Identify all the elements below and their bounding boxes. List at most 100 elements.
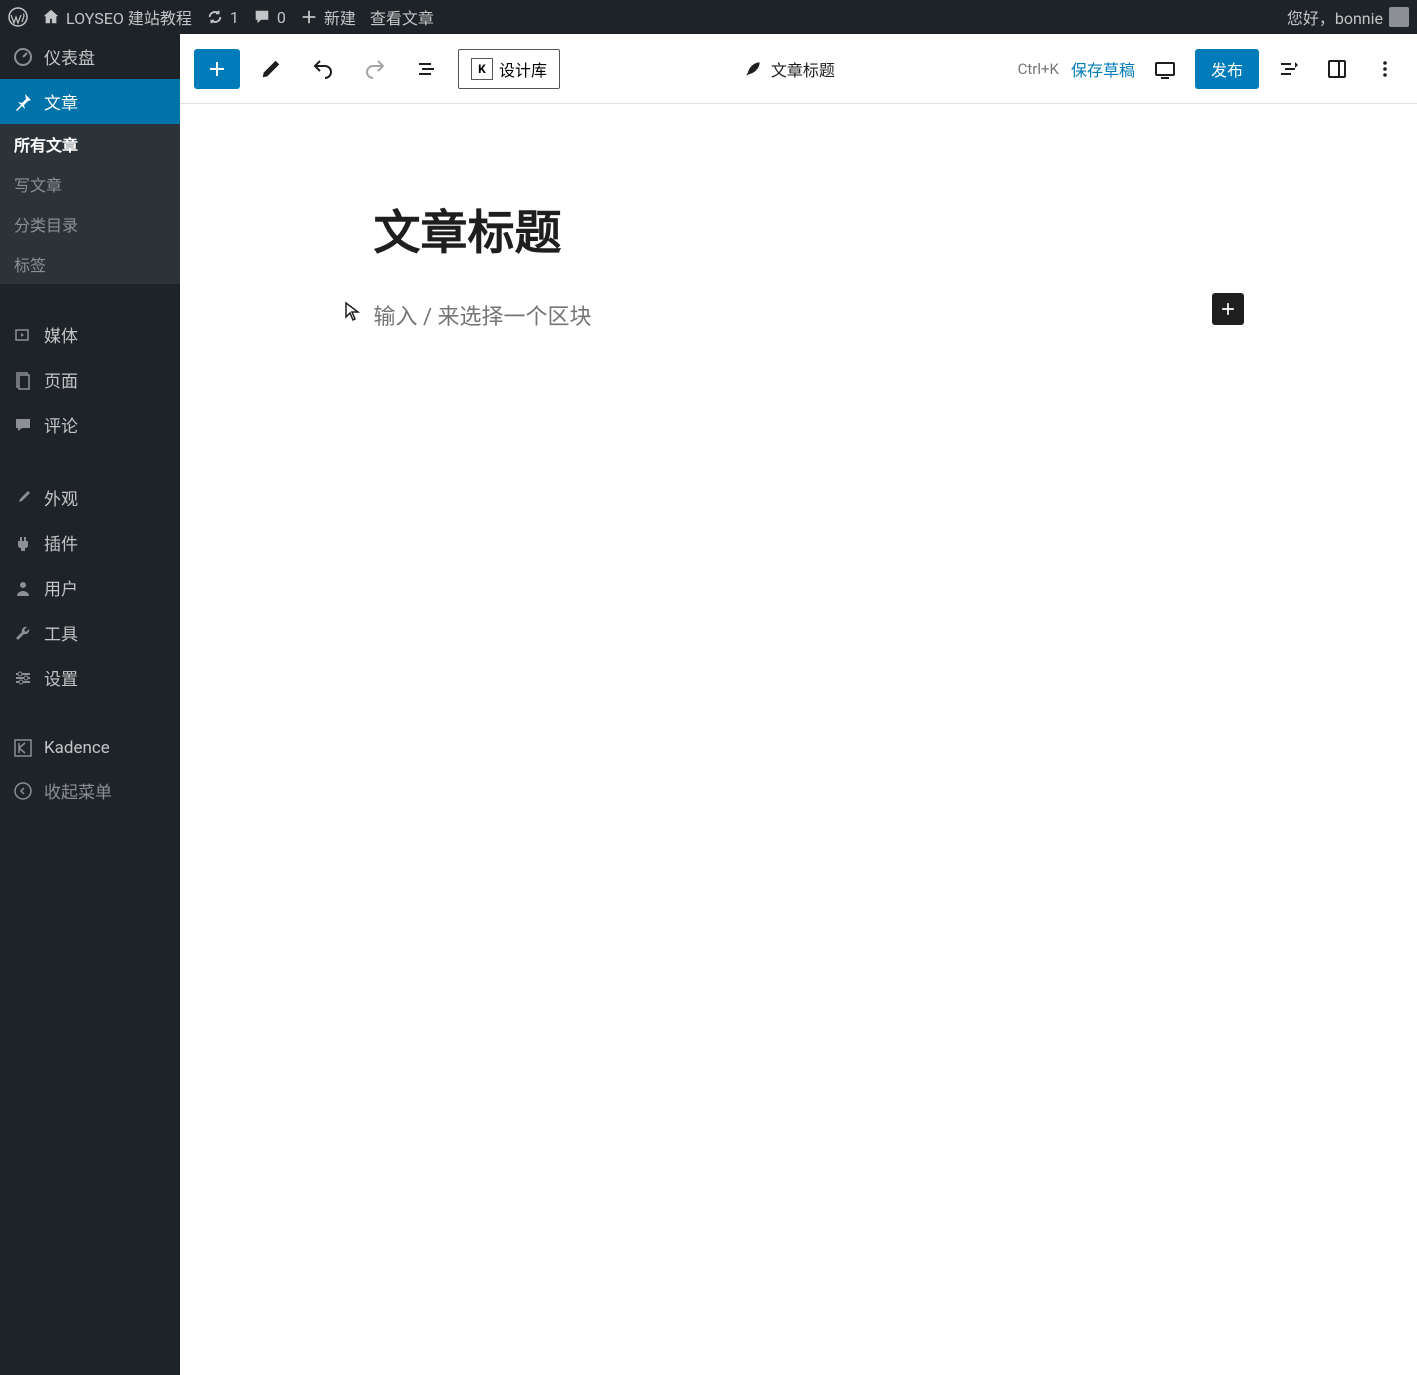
appearance-label: 外观 xyxy=(44,485,78,510)
comments-count: 0 xyxy=(277,8,286,27)
sidebar-item-posts[interactable]: 文章 xyxy=(0,79,180,124)
doc-title-label: 文章标题 xyxy=(771,57,835,81)
plus-icon xyxy=(300,8,318,26)
inline-inserter-button[interactable] xyxy=(1212,293,1244,325)
collapse-label: 收起菜单 xyxy=(44,778,112,803)
refresh-icon xyxy=(206,8,224,26)
pencil-icon xyxy=(260,58,282,80)
design-library-label: 设计库 xyxy=(499,57,547,81)
undo-icon xyxy=(311,57,335,81)
kadence-settings-button[interactable] xyxy=(1271,51,1307,87)
admin-bar-right[interactable]: 您好，bonnie xyxy=(1287,5,1409,29)
site-name-link[interactable]: LOYSEO 建站教程 xyxy=(42,5,192,29)
settings-icon xyxy=(12,668,34,688)
sidebar-item-plugins[interactable]: 插件 xyxy=(0,520,180,565)
user-icon xyxy=(12,578,34,598)
dashboard-label: 仪表盘 xyxy=(44,44,95,69)
kadence-panel-icon xyxy=(1277,57,1301,81)
posts-submenu: 所有文章 写文章 分类目录 标签 xyxy=(0,124,180,284)
brush-icon xyxy=(12,488,34,508)
settings-panel-button[interactable] xyxy=(1319,51,1355,87)
sidebar-separator xyxy=(0,700,180,728)
submenu-all-posts[interactable]: 所有文章 xyxy=(0,124,180,164)
home-icon xyxy=(42,8,60,26)
tools-label: 工具 xyxy=(44,620,78,645)
block-placeholder: 输入 / 来选择一个区块 xyxy=(374,299,592,331)
redo-icon xyxy=(363,57,387,81)
users-label: 用户 xyxy=(44,575,78,600)
list-icon xyxy=(415,57,439,81)
kadence-icon xyxy=(12,738,34,758)
view-post-label: 查看文章 xyxy=(370,5,434,29)
more-options-button[interactable] xyxy=(1367,51,1403,87)
tools-button[interactable] xyxy=(250,48,292,90)
kadence-label: Kadence xyxy=(44,738,110,758)
save-draft-button[interactable]: 保存草稿 xyxy=(1071,57,1135,81)
site-name-text: LOYSEO 建站教程 xyxy=(66,5,192,29)
collapse-icon xyxy=(12,781,34,801)
redo-button[interactable] xyxy=(354,48,396,90)
panel-icon xyxy=(1325,57,1349,81)
document-overview-button[interactable] xyxy=(406,48,448,90)
updates-link[interactable]: 1 xyxy=(206,8,239,27)
sidebar-item-pages[interactable]: 页面 xyxy=(0,357,180,402)
sidebar-item-appearance[interactable]: 外观 xyxy=(0,475,180,520)
publish-button[interactable]: 发布 xyxy=(1195,49,1259,89)
sidebar-separator xyxy=(0,284,180,312)
sidebar-item-users[interactable]: 用户 xyxy=(0,565,180,610)
undo-button[interactable] xyxy=(302,48,344,90)
plug-icon xyxy=(12,533,34,553)
block-inserter-button[interactable] xyxy=(194,49,240,89)
posts-label: 文章 xyxy=(44,89,78,114)
dashboard-icon xyxy=(12,47,34,67)
settings-label: 设置 xyxy=(44,665,78,690)
media-icon xyxy=(12,325,34,345)
canvas-inner: 文章标题 输入 / 来选择一个区块 xyxy=(274,194,1324,331)
avatar xyxy=(1389,7,1409,27)
sidebar-item-media[interactable]: 媒体 xyxy=(0,312,180,357)
comments-label: 评论 xyxy=(44,412,78,437)
block-editor: K 设计库 文章标题 Ctrl+K 保存草稿 发布 文章 xyxy=(180,34,1417,1375)
toolbar-center[interactable]: 文章标题 xyxy=(570,57,1008,81)
plus-icon xyxy=(205,57,229,81)
media-label: 媒体 xyxy=(44,322,78,347)
wordpress-icon xyxy=(8,7,28,27)
wrench-icon xyxy=(12,623,34,643)
wordpress-logo[interactable] xyxy=(8,7,28,27)
sidebar-item-collapse[interactable]: 收起菜单 xyxy=(0,768,180,813)
sidebar-item-settings[interactable]: 设置 xyxy=(0,655,180,700)
sidebar-item-dashboard[interactable]: 仪表盘 xyxy=(0,34,180,79)
admin-sidebar: 仪表盘 文章 所有文章 写文章 分类目录 标签 媒体 页面 评论 外观 插件 用… xyxy=(0,34,180,1375)
editor-canvas[interactable]: 文章标题 输入 / 来选择一个区块 xyxy=(180,104,1417,331)
more-vertical-icon xyxy=(1373,57,1397,81)
comment-icon xyxy=(253,8,271,26)
submenu-categories[interactable]: 分类目录 xyxy=(0,204,180,244)
comments-icon xyxy=(12,415,34,435)
editor-toolbar: K 设计库 文章标题 Ctrl+K 保存草稿 发布 xyxy=(180,34,1417,104)
cursor-icon xyxy=(344,301,360,323)
empty-paragraph-block[interactable]: 输入 / 来选择一个区块 xyxy=(334,299,1264,331)
sidebar-item-kadence[interactable]: Kadence xyxy=(0,728,180,768)
submenu-new-post[interactable]: 写文章 xyxy=(0,164,180,204)
pages-label: 页面 xyxy=(44,367,78,392)
kadence-k-icon: K xyxy=(471,58,493,80)
view-post-link[interactable]: 查看文章 xyxy=(370,5,434,29)
post-title[interactable]: 文章标题 xyxy=(334,194,1264,263)
sidebar-item-tools[interactable]: 工具 xyxy=(0,610,180,655)
new-content-link[interactable]: 新建 xyxy=(300,5,356,29)
sidebar-item-comments[interactable]: 评论 xyxy=(0,402,180,447)
new-label: 新建 xyxy=(324,5,356,29)
feather-icon xyxy=(743,59,763,79)
admin-bar-left: LOYSEO 建站教程 1 0 新建 查看文章 xyxy=(8,5,434,29)
design-library-button[interactable]: K 设计库 xyxy=(458,49,560,89)
updates-count: 1 xyxy=(230,8,239,27)
pages-icon xyxy=(12,370,34,390)
sidebar-separator xyxy=(0,447,180,475)
comments-link[interactable]: 0 xyxy=(253,8,286,27)
preview-button[interactable] xyxy=(1147,51,1183,87)
shortcut-label: Ctrl+K xyxy=(1018,60,1059,78)
toolbar-right: Ctrl+K 保存草稿 发布 xyxy=(1018,49,1403,89)
greeting-text: 您好，bonnie xyxy=(1287,5,1383,29)
submenu-tags[interactable]: 标签 xyxy=(0,244,180,284)
plus-icon xyxy=(1218,299,1238,319)
